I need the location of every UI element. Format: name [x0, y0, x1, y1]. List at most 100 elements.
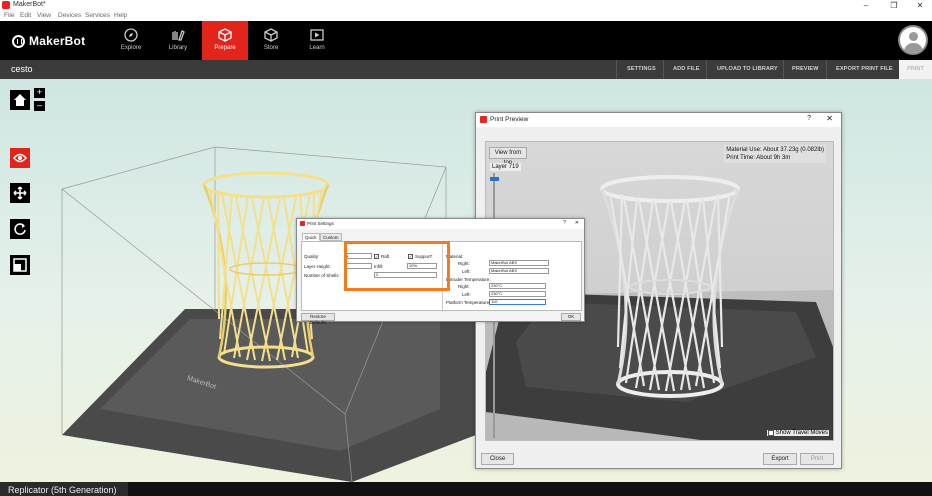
tab-library[interactable]: Library	[155, 21, 201, 60]
tab-store[interactable]: Store	[248, 21, 294, 60]
tab-label: Store	[263, 45, 279, 51]
export-print-file-button[interactable]: EXPORT PRINT FILE	[836, 66, 893, 72]
ok-button[interactable]: OK	[561, 313, 581, 321]
material-use: Material Use: About 37.23g (0.082lb)	[726, 147, 824, 153]
dialog-title-bar: Print Settings ? ✕	[297, 219, 584, 229]
project-bar: cesto SETTINGS ADD FILE UPLOAD TO LIBRAR…	[0, 60, 932, 79]
left-material-label: Left:	[462, 269, 471, 274]
cube-icon	[218, 28, 232, 42]
restore-button[interactable]: ❐	[884, 0, 904, 11]
divider	[783, 60, 784, 79]
menu-devices[interactable]: Devices	[58, 12, 81, 19]
menu-services[interactable]: Services	[85, 12, 110, 19]
move-arrows-icon	[13, 186, 27, 200]
home-icon	[14, 94, 26, 106]
right-material-select[interactable]: MakerBot ABS	[489, 260, 549, 266]
help-button[interactable]: ?	[563, 220, 566, 226]
makerbot-m-icon	[12, 34, 25, 48]
makerbot-app-icon	[2, 1, 10, 9]
print-dialog-button[interactable]: Print	[800, 453, 834, 465]
scale-icon	[13, 258, 27, 272]
avatar-body	[904, 43, 923, 53]
upload-to-library-button[interactable]: UPLOAD TO LIBRARY	[717, 66, 778, 72]
divider	[826, 60, 827, 79]
layer-slider-thumb[interactable]	[490, 177, 499, 181]
view-tool-button[interactable]	[10, 148, 30, 168]
print-button[interactable]: PRINT	[899, 60, 932, 79]
show-travel-moves-checkbox[interactable]	[767, 430, 774, 436]
tab-prepare[interactable]: Prepare	[202, 21, 248, 60]
right-material-label: Right:	[458, 261, 470, 266]
video-icon	[310, 29, 324, 41]
right-temp-field[interactable]: 230°C	[489, 283, 546, 289]
restore-defaults-button[interactable]: Restore Defaults	[301, 313, 335, 325]
tab-label: Prepare	[214, 45, 236, 51]
left-material-select[interactable]: MakerBot ABS	[489, 268, 549, 274]
menu-file[interactable]: File	[4, 12, 14, 19]
close-dialog-button[interactable]: ✕	[575, 220, 579, 226]
platform-temp-field[interactable]: 110	[489, 299, 546, 305]
extruder-temperature-label: Extruder Temperature:	[446, 277, 491, 282]
right-temp-label: Right:	[458, 284, 470, 289]
zoom-in-button[interactable]: +	[34, 88, 45, 98]
dialog-title: Print Settings	[307, 221, 334, 226]
menu-view[interactable]: View	[37, 12, 51, 19]
tab-learn[interactable]: Learn	[294, 21, 340, 60]
user-avatar[interactable]	[898, 25, 928, 55]
divider	[706, 60, 707, 79]
dialog-title-bar: Print Preview ? ✕	[476, 113, 841, 127]
eye-icon	[13, 153, 27, 163]
print-info: Material Use: About 37.23g (0.082lb) Pri…	[724, 145, 826, 163]
tab-explore[interactable]: Explore	[108, 21, 154, 60]
menu-edit[interactable]: Edit	[20, 12, 31, 19]
zoom-out-button[interactable]: –	[34, 101, 45, 111]
project-name: cesto	[11, 64, 33, 74]
store-box-icon	[264, 28, 278, 42]
divider	[616, 60, 617, 79]
show-travel-moves-row: Show Travel Moves	[766, 430, 829, 436]
close-window-button[interactable]: ✕	[910, 0, 930, 11]
layer-label: Layer 719	[490, 163, 521, 171]
show-travel-moves-label: Show Travel Moves	[775, 430, 828, 436]
quality-label: Quality:	[304, 254, 320, 259]
layer-height-label: Layer Height:	[304, 264, 331, 269]
highlight-annotation	[344, 241, 450, 291]
minimize-button[interactable]: –	[856, 0, 876, 11]
tab-quick[interactable]: Quick	[302, 233, 320, 241]
print-time: Print Time: About 9h 3m	[726, 155, 791, 161]
close-dialog-button[interactable]: ✕	[826, 114, 833, 123]
help-button[interactable]: ?	[807, 115, 811, 122]
preview-basket-model	[600, 175, 740, 398]
rotate-icon	[14, 223, 26, 235]
makerbot-app-icon	[480, 116, 487, 123]
machine-name[interactable]: Replicator (5th Generation)	[0, 482, 128, 496]
status-bar: Replicator (5th Generation)	[0, 482, 932, 496]
tab-custom[interactable]: Custom	[320, 233, 342, 241]
left-temp-label: Left:	[462, 292, 471, 297]
menu-help[interactable]: Help	[114, 12, 127, 19]
window-title: MakerBot*	[13, 1, 46, 8]
left-temp-field[interactable]: 230°C	[489, 291, 546, 297]
divider	[663, 60, 664, 79]
title-bar: MakerBot* – ❐ ✕	[0, 0, 932, 11]
move-tool-button[interactable]	[10, 183, 30, 203]
dialog-title: Print Preview	[490, 116, 529, 123]
rotate-tool-button[interactable]	[10, 219, 30, 239]
brand-name: MakerBot	[29, 34, 86, 48]
makerbot-logo: MakerBot	[12, 34, 85, 48]
tab-label: Library	[168, 45, 188, 51]
export-button[interactable]: Export	[763, 453, 797, 465]
close-button[interactable]: Close	[481, 453, 514, 465]
scale-tool-button[interactable]	[10, 255, 30, 275]
main-nav: MakerBot Explore Library Prepare Store L…	[0, 21, 932, 60]
avatar-head	[909, 32, 918, 41]
view-from-top-button[interactable]: View from top	[489, 147, 527, 166]
add-file-button[interactable]: ADD FILE	[673, 66, 700, 72]
home-view-button[interactable]	[10, 90, 30, 110]
settings-button[interactable]: SETTINGS	[627, 66, 656, 72]
tab-label: Learn	[309, 45, 325, 51]
makerbot-app-icon	[300, 221, 305, 226]
tab-label: Explore	[120, 45, 142, 51]
shells-label: Number of Shells:	[304, 273, 340, 278]
preview-button[interactable]: PREVIEW	[792, 66, 819, 72]
